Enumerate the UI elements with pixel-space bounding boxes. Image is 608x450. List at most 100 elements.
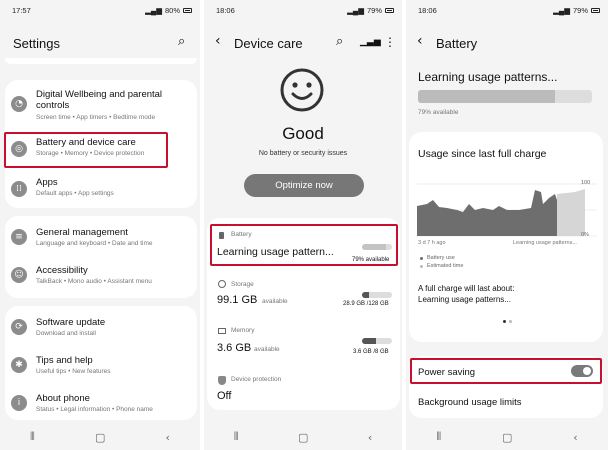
battery-usage-chart[interactable] bbox=[417, 180, 597, 240]
x-axis-end: Learning usage patterns... bbox=[513, 240, 577, 246]
legend-estimated-time: Estimated time bbox=[427, 263, 464, 269]
item-subtitle: Download and install bbox=[36, 330, 96, 337]
memory-icon bbox=[218, 328, 226, 334]
legend-battery-use: Battery use bbox=[427, 255, 455, 261]
status-bar: 18:06 ▂▄▆ 79% bbox=[418, 4, 600, 16]
home-icon[interactable]: ▢ bbox=[502, 431, 512, 444]
signal-icon: ▂▄▆ bbox=[553, 5, 570, 15]
memory-value: 3.6 GB bbox=[217, 342, 252, 354]
page-dot[interactable] bbox=[509, 320, 512, 323]
storage-bar bbox=[362, 292, 392, 298]
usage-title: Usage since last full charge bbox=[418, 148, 547, 160]
nav-bar: ⦀ ▢ ‹ bbox=[406, 430, 608, 444]
storage-unit: available bbox=[262, 298, 288, 305]
storage-value: 99.1 GB bbox=[217, 294, 258, 306]
item-title: About phone bbox=[36, 393, 90, 404]
memory-label: Memory bbox=[231, 327, 255, 334]
page-dot-active[interactable] bbox=[503, 320, 506, 323]
back-icon[interactable]: ‹ bbox=[368, 431, 372, 444]
back-icon[interactable]: ‹ bbox=[166, 431, 170, 444]
status-time: 18:06 bbox=[216, 5, 235, 15]
page-title: Device care bbox=[234, 36, 303, 51]
item-subtitle: Screen time • App timers • Bedtime mode bbox=[36, 114, 156, 121]
device-protection-row[interactable]: Device protection Off bbox=[207, 370, 400, 406]
battery-available: 79% available bbox=[418, 109, 459, 116]
device-care-screen: 18:06 ▂▄▆ 79% ‹ Device care ⌕ ▁▃▅ ⋮ Good… bbox=[204, 0, 402, 450]
device-status: Good bbox=[282, 124, 324, 143]
previous-card bbox=[5, 58, 197, 64]
page-title: Battery bbox=[436, 36, 478, 51]
storage-row[interactable]: Storage 99.1 GB available 28.9 GB /128 G… bbox=[207, 274, 400, 318]
status-bar: 17:57 ▂▄▆ 80% bbox=[12, 4, 192, 16]
status-bar: 18:06 ▂▄▆ 79% bbox=[216, 4, 394, 16]
nav-bar: ⦀ ▢ ‹ bbox=[204, 430, 402, 444]
settings-card-2: ≡ General management Language and keyboa… bbox=[5, 216, 197, 298]
page-title: Settings bbox=[13, 36, 60, 51]
status-time: 18:06 bbox=[418, 5, 437, 15]
legend-battery-dot bbox=[420, 257, 423, 260]
storage-icon bbox=[218, 280, 226, 288]
home-icon[interactable]: ▢ bbox=[298, 431, 308, 444]
y-axis-top: 100 bbox=[581, 180, 591, 186]
memory-detail: 3.6 GB /8 GB bbox=[353, 349, 389, 355]
item-title: Apps bbox=[36, 177, 58, 188]
settings-item-apps[interactable]: ⁞⁞ Apps Default apps • App settings bbox=[5, 174, 197, 202]
battery-use-area bbox=[417, 190, 559, 236]
item-title: General management bbox=[36, 227, 128, 238]
settings-item-accessibility[interactable]: ☺ Accessibility TalkBack • Mono audio • … bbox=[5, 262, 197, 290]
full-charge-value: Learning usage patterns... bbox=[418, 295, 511, 304]
battery-screen: 18:06 ▂▄▆ 79% ‹ Battery Learning usage p… bbox=[406, 0, 608, 450]
back-arrow-icon[interactable]: ‹ bbox=[417, 33, 423, 49]
item-subtitle: Default apps • App settings bbox=[36, 190, 114, 197]
settings-item-digital-wellbeing[interactable]: ◔ Digital Wellbeing and parental control… bbox=[5, 86, 197, 124]
item-title: Digital Wellbeing and parental controls bbox=[36, 89, 163, 111]
battery-icon bbox=[385, 7, 394, 13]
info-icon: i bbox=[11, 395, 27, 411]
settings-item-software-update[interactable]: ⟳ Software update Download and install bbox=[5, 314, 197, 342]
device-status-subtitle: No battery or security issues bbox=[258, 150, 348, 157]
storage-detail: 28.9 GB /128 GB bbox=[343, 301, 389, 307]
stats-icon[interactable]: ▁▃▅ bbox=[360, 36, 381, 47]
highlight-battery-row bbox=[210, 224, 398, 266]
item-title: Accessibility bbox=[36, 265, 88, 276]
battery-percent: 79% bbox=[366, 5, 382, 15]
back-icon[interactable]: ‹ bbox=[573, 431, 577, 444]
item-subtitle: Status • Legal information • Phone name bbox=[36, 406, 153, 413]
nav-bar: ⦀ ▢ ‹ bbox=[0, 430, 200, 444]
background-usage-limits[interactable]: Background usage limits bbox=[418, 397, 522, 408]
sliders-icon: ≡ bbox=[11, 229, 27, 245]
search-icon[interactable]: ⌕ bbox=[178, 34, 185, 49]
battery-icon bbox=[591, 7, 600, 13]
settings-screen: 17:57 ▂▄▆ 80% Settings ⌕ ◔ Digital Wellb… bbox=[0, 0, 200, 450]
item-subtitle: Useful tips • New features bbox=[36, 368, 111, 375]
usage-card: Usage since last full charge 100 0% 3 d … bbox=[409, 132, 603, 342]
search-icon[interactable]: ⌕ bbox=[336, 34, 343, 49]
settings-item-tips-help[interactable]: ✱ Tips and help Useful tips • New featur… bbox=[5, 352, 197, 380]
recents-icon[interactable]: ⦀ bbox=[436, 430, 441, 444]
battery-level-bar bbox=[418, 90, 592, 103]
full-charge-label: A full charge will last about: bbox=[418, 284, 515, 293]
item-subtitle: Language and keyboard • Date and time bbox=[36, 240, 153, 247]
optimize-now-button[interactable]: Optimize now bbox=[244, 174, 364, 197]
legend-estimated-dot bbox=[420, 265, 423, 268]
memory-unit: available bbox=[254, 346, 280, 353]
apps-icon: ⁞⁞ bbox=[11, 181, 27, 197]
settings-item-about-phone[interactable]: i About phone Status • Legal information… bbox=[5, 390, 197, 418]
item-subtitle: TalkBack • Mono audio • Assistant menu bbox=[36, 278, 152, 285]
smiley-icon bbox=[280, 68, 324, 112]
battery-percent: 80% bbox=[164, 5, 180, 15]
home-icon[interactable]: ▢ bbox=[95, 431, 105, 444]
recents-icon[interactable]: ⦀ bbox=[234, 430, 239, 444]
estimated-area bbox=[557, 189, 585, 236]
signal-icon: ▂▄▆ bbox=[145, 5, 162, 15]
back-arrow-icon[interactable]: ‹ bbox=[215, 33, 221, 49]
more-options-icon[interactable]: ⋮ bbox=[384, 35, 396, 49]
update-icon: ⟳ bbox=[11, 319, 27, 335]
highlight-power-saving bbox=[410, 358, 602, 384]
settings-item-general-management[interactable]: ≡ General management Language and keyboa… bbox=[5, 224, 197, 252]
item-title: Software update bbox=[36, 317, 106, 328]
memory-row[interactable]: Memory 3.6 GB available 3.6 GB /8 GB bbox=[207, 322, 400, 366]
lightbulb-icon: ✱ bbox=[11, 357, 27, 373]
recents-icon[interactable]: ⦀ bbox=[30, 430, 35, 444]
battery-icon bbox=[183, 7, 192, 13]
